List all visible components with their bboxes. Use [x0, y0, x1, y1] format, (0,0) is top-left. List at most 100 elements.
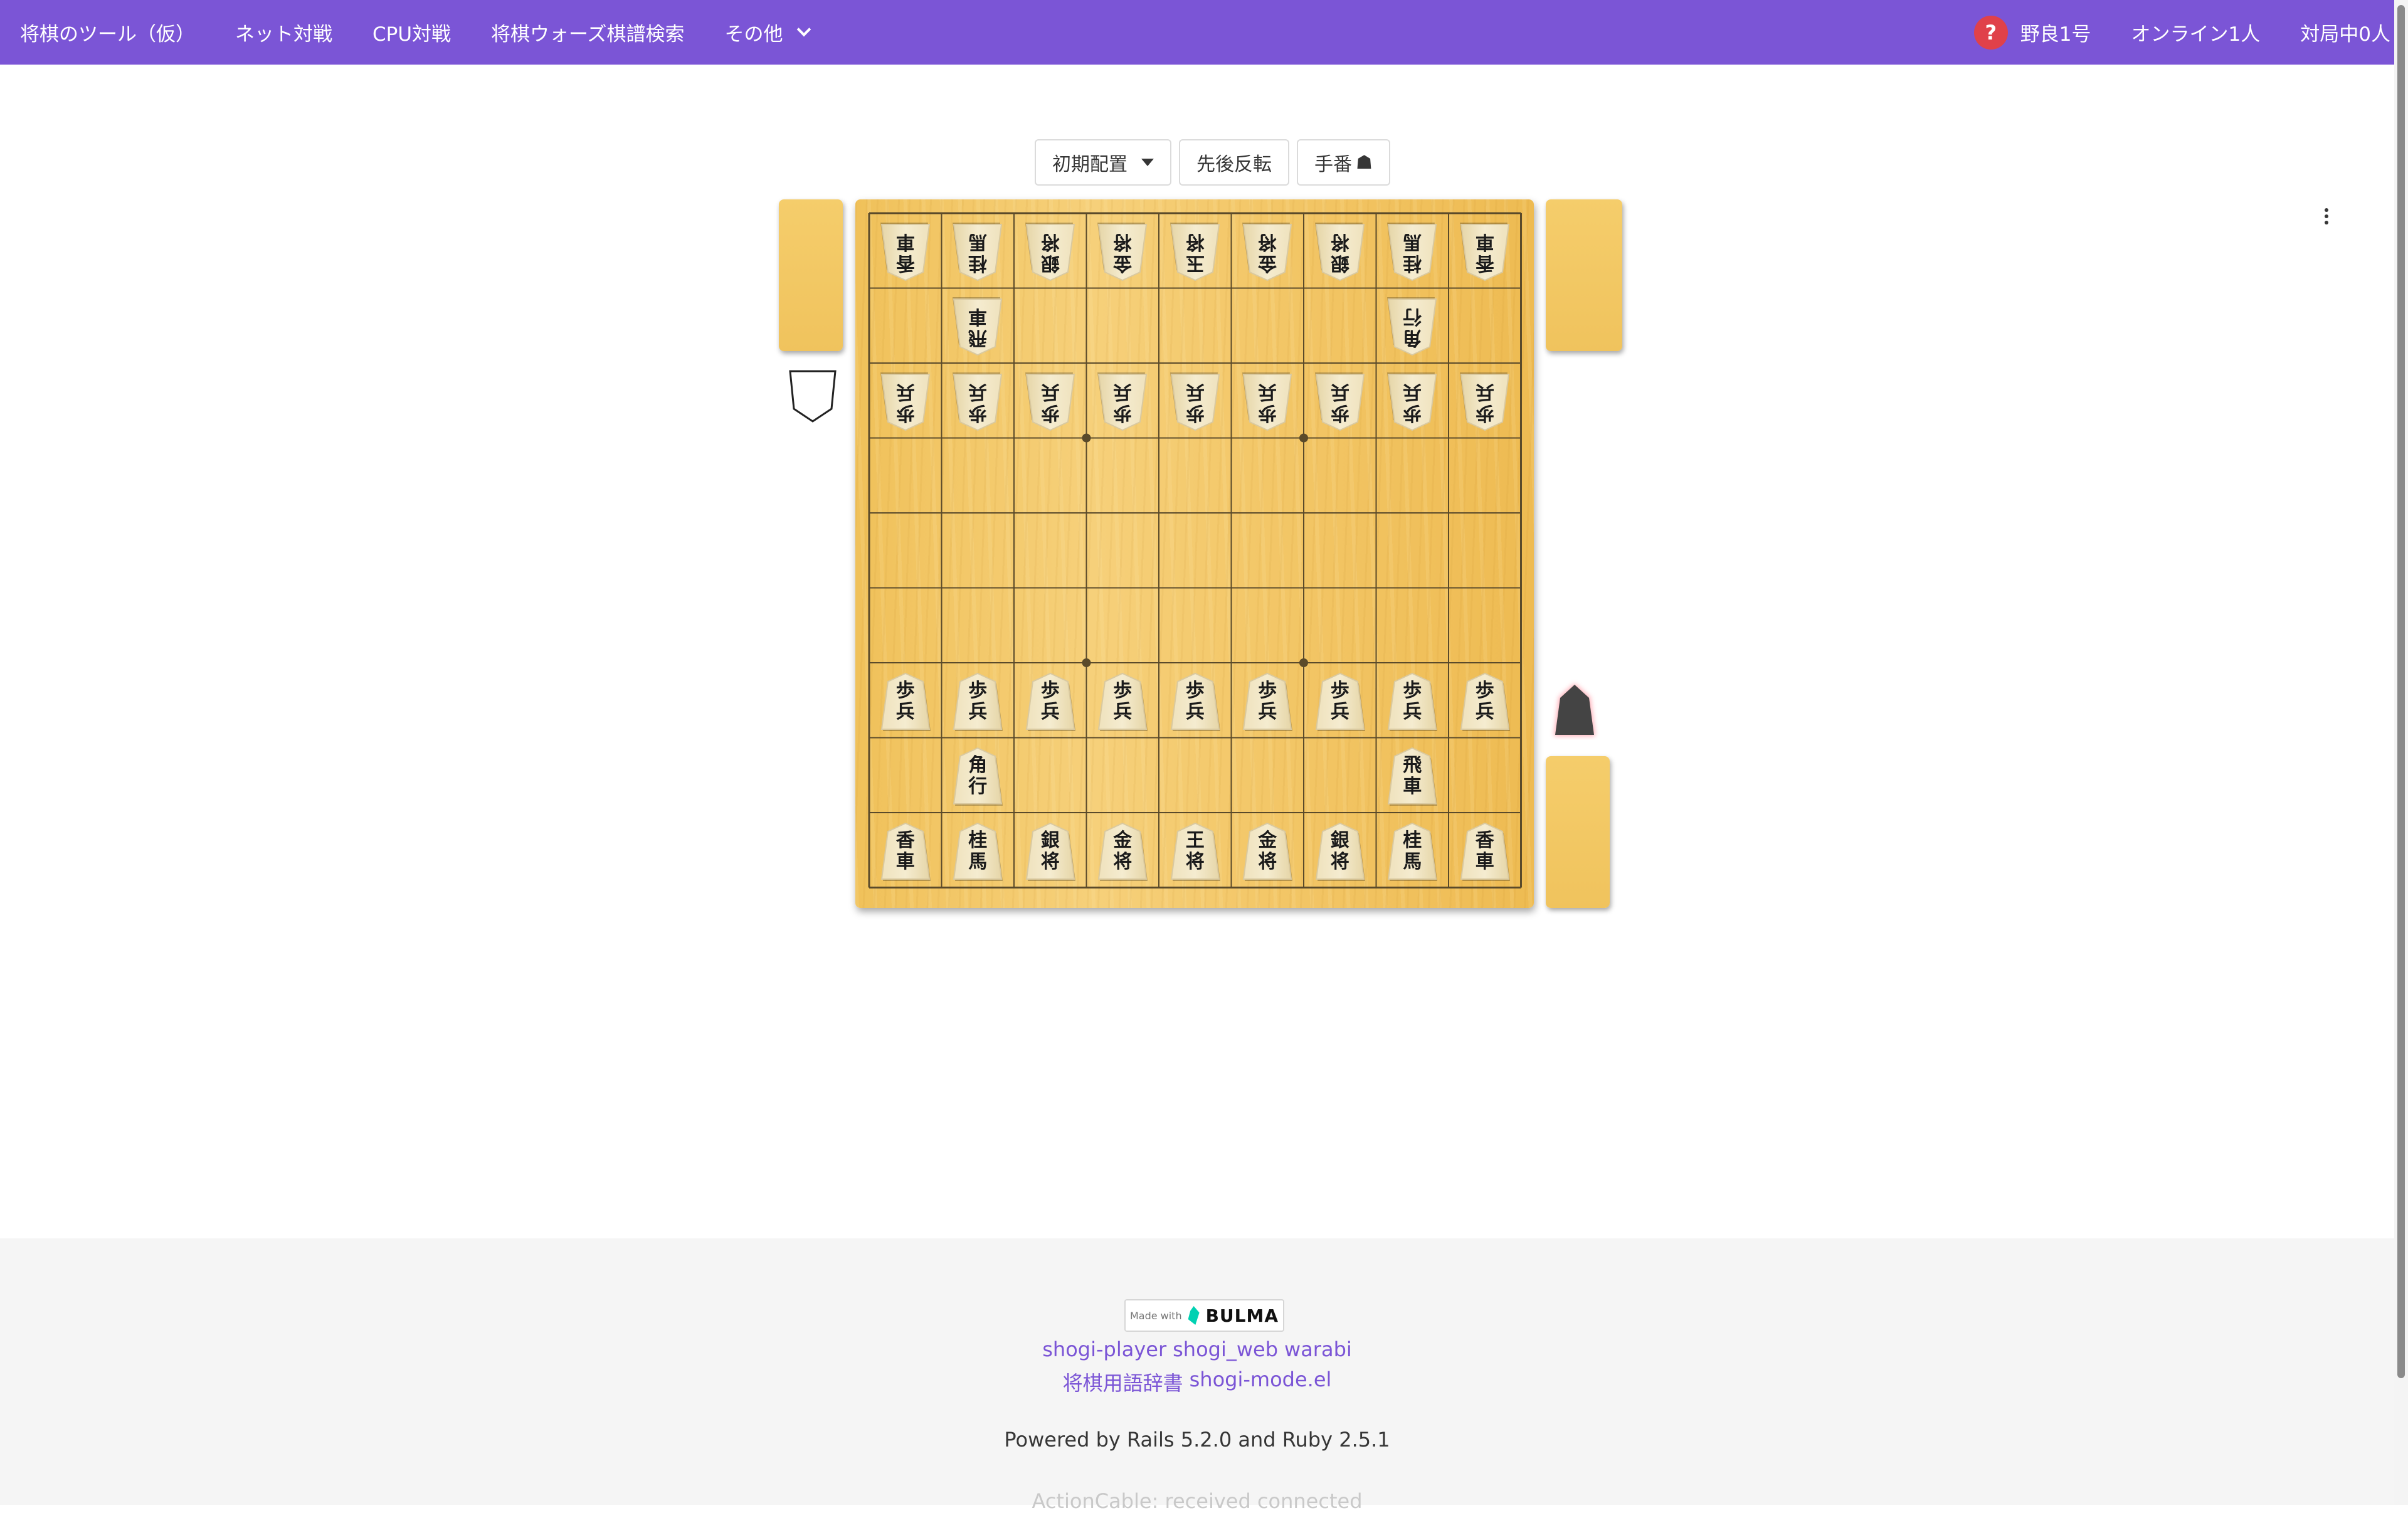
link-warabi[interactable]: warabi	[1284, 1337, 1352, 1361]
piece-label: 金将	[1258, 829, 1277, 873]
brand-link[interactable]: 将棋のツール（仮）	[0, 0, 215, 65]
gote-komadai[interactable]	[779, 199, 843, 351]
vertical-scrollbar[interactable]	[2394, 0, 2408, 1505]
piece-label: 香車	[1475, 230, 1494, 274]
sente-piece[interactable]: 金将	[1096, 821, 1149, 882]
sente-komadai[interactable]	[1546, 756, 1610, 908]
shogi-board[interactable]: 香車桂馬銀将金将玉将金将銀将桂馬香車飛車角行歩兵歩兵歩兵歩兵歩兵歩兵歩兵歩兵歩兵…	[855, 199, 1534, 908]
gote-piece[interactable]: 歩兵	[1241, 372, 1294, 432]
link-shogi-mode[interactable]: shogi-mode.el	[1190, 1368, 1332, 1396]
star-point	[1082, 433, 1091, 443]
star-point	[1299, 658, 1308, 667]
link-shogi-glossary[interactable]: 将棋用語辞書	[1063, 1368, 1183, 1396]
piece-label: 歩兵	[1258, 380, 1277, 424]
sente-piece[interactable]: 香車	[1459, 821, 1511, 882]
piece-label: 角行	[968, 754, 988, 798]
gote-piece[interactable]: 香車	[1459, 222, 1511, 282]
made-with-bulma-badge[interactable]: Made with BULMA	[1124, 1299, 1284, 1332]
sente-piece[interactable]: 歩兵	[1024, 672, 1077, 732]
star-point	[1299, 433, 1308, 443]
initial-setup-dropdown[interactable]: 初期配置	[1035, 139, 1171, 186]
link-shogi-web[interactable]: shogi_web	[1173, 1337, 1278, 1361]
sente-piece[interactable]: 歩兵	[1096, 672, 1149, 732]
link-shogi-player[interactable]: shogi-player	[1042, 1337, 1166, 1361]
piece-label: 香車	[1475, 829, 1494, 873]
gote-piece[interactable]: 桂馬	[1386, 222, 1439, 282]
sente-piece[interactable]: 歩兵	[951, 672, 1004, 732]
piece-label: 香車	[895, 829, 915, 873]
caret-down-icon	[1141, 159, 1154, 166]
nav-net-match[interactable]: ネット対戦	[215, 0, 352, 65]
scrollbar-thumb[interactable]	[2397, 5, 2405, 1378]
gote-komadai-right[interactable]	[1546, 199, 1622, 351]
gote-piece[interactable]: 香車	[879, 222, 932, 282]
gote-piece[interactable]: 銀将	[1024, 222, 1077, 282]
gote-piece[interactable]: 歩兵	[1024, 372, 1077, 432]
more-vertical-icon[interactable]	[2317, 204, 2336, 229]
sente-piece[interactable]: 歩兵	[1386, 672, 1439, 732]
playing-count[interactable]: 対局中0人	[2280, 0, 2408, 65]
sente-piece[interactable]: 歩兵	[879, 672, 932, 732]
piece-label: 飛車	[968, 305, 988, 349]
piece-label: 桂馬	[968, 829, 988, 873]
piece-label: 歩兵	[968, 679, 988, 723]
sente-piece[interactable]: 歩兵	[1314, 672, 1366, 732]
piece-label: 王将	[1185, 829, 1205, 873]
sente-piece[interactable]: 香車	[879, 821, 932, 882]
sente-piece[interactable]: 桂馬	[1386, 821, 1439, 882]
user-name: 野良1号	[2020, 23, 2091, 46]
gote-piece[interactable]: 金将	[1241, 222, 1294, 282]
gote-piece[interactable]: 桂馬	[951, 222, 1004, 282]
sente-piece[interactable]: 飛車	[1386, 746, 1439, 806]
nav-wars-search[interactable]: 将棋ウォーズ棋譜検索	[471, 0, 704, 65]
flip-board-button[interactable]: 先後反転	[1179, 139, 1289, 186]
sente-turn-marker-icon	[1554, 683, 1595, 736]
sente-piece[interactable]: 歩兵	[1169, 672, 1222, 732]
online-count[interactable]: オンライン1人	[2111, 0, 2281, 65]
question-icon: ?	[1973, 15, 2008, 50]
piece-label: 銀将	[1330, 829, 1349, 873]
piece-label: 歩兵	[1330, 380, 1349, 424]
made-with-label: Made with	[1129, 1309, 1182, 1322]
gote-piece[interactable]: 歩兵	[951, 372, 1004, 432]
piece-label: 歩兵	[968, 380, 988, 424]
sente-piece[interactable]: 銀将	[1314, 821, 1366, 882]
gote-piece[interactable]: 歩兵	[1096, 372, 1149, 432]
sente-piece[interactable]: 王将	[1169, 821, 1222, 882]
sente-piece[interactable]: 銀将	[1024, 821, 1077, 882]
piece-label: 歩兵	[1185, 679, 1205, 723]
board-toolbar: 初期配置 先後反転 手番 ☗	[1035, 139, 1390, 186]
gote-piece[interactable]: 歩兵	[879, 372, 932, 432]
gote-piece[interactable]: 玉将	[1169, 222, 1222, 282]
sente-piece[interactable]: 歩兵	[1241, 672, 1294, 732]
sente-piece[interactable]: 角行	[951, 746, 1004, 806]
gote-turn-marker-icon	[789, 370, 837, 423]
gote-piece[interactable]: 飛車	[951, 297, 1004, 357]
nav-other-dropdown[interactable]: その他	[704, 0, 829, 65]
sente-piece[interactable]: 金将	[1241, 821, 1294, 882]
piece-label: 銀将	[1330, 230, 1349, 274]
gote-piece[interactable]: 銀将	[1314, 222, 1366, 282]
gote-piece[interactable]: 歩兵	[1459, 372, 1511, 432]
piece-label: 歩兵	[895, 380, 915, 424]
piece-label: 歩兵	[1330, 679, 1349, 723]
gote-piece[interactable]: 歩兵	[1386, 372, 1439, 432]
turn-button[interactable]: 手番 ☗	[1297, 139, 1390, 186]
sente-piece[interactable]: 桂馬	[951, 821, 1004, 882]
nav-cpu-match[interactable]: CPU対戦	[352, 0, 471, 65]
gote-piece[interactable]: 歩兵	[1169, 372, 1222, 432]
gote-piece[interactable]: 角行	[1386, 297, 1439, 357]
bulma-wordmark: BULMA	[1205, 1305, 1279, 1326]
sente-piece[interactable]: 歩兵	[1459, 672, 1511, 732]
footer-links-row2: 将棋用語辞書 shogi-mode.el	[0, 1368, 2394, 1396]
gote-piece[interactable]: 歩兵	[1314, 372, 1366, 432]
piece-label: 歩兵	[1185, 380, 1205, 424]
footer: Made with BULMA shogi-player shogi_web w…	[0, 1238, 2394, 1513]
piece-label: 銀将	[1040, 829, 1060, 873]
user-menu[interactable]: ? 野良1号	[1954, 0, 2111, 65]
piece-label: 桂馬	[1403, 230, 1422, 274]
gote-piece[interactable]: 金将	[1096, 222, 1149, 282]
piece-label: 金将	[1113, 829, 1133, 873]
piece-label: 歩兵	[1258, 679, 1277, 723]
piece-label: 銀将	[1040, 230, 1060, 274]
